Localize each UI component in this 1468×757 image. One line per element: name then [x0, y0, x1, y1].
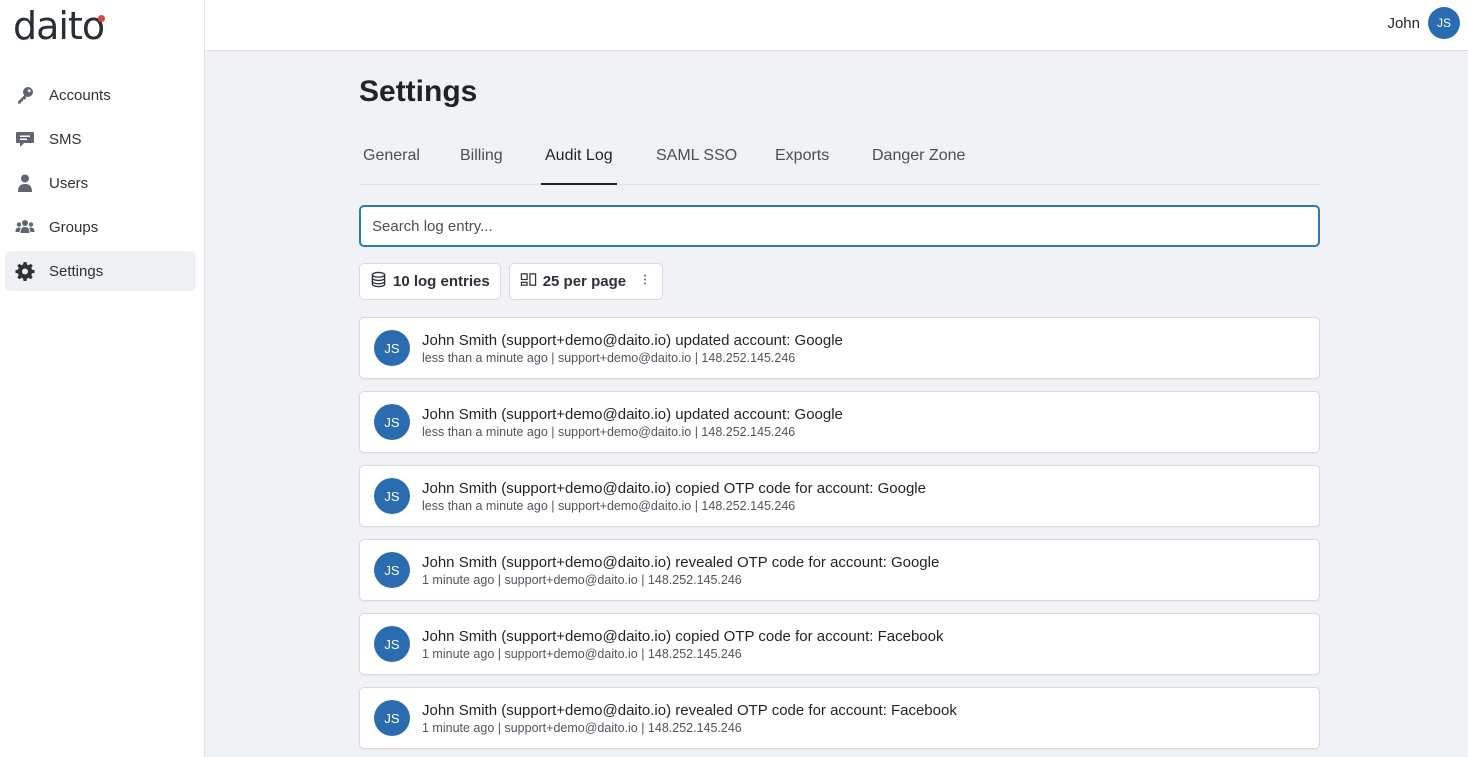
sidebar-item-sms[interactable]: SMS: [5, 119, 196, 159]
per-page-label: 25 per page: [542, 273, 627, 290]
log-entry-text: John Smith (support+demo@daito.io) updat…: [422, 332, 843, 349]
settings-tabs: General Billing Audit Log SAML SSO Expor…: [359, 134, 1320, 185]
tab-billing[interactable]: Billing: [456, 134, 507, 185]
log-entry-meta: less than a minute ago | support+demo@da…: [422, 351, 796, 365]
logo-o: o: [81, 4, 105, 48]
log-entry-meta: less than a minute ago | support+demo@da…: [422, 425, 796, 439]
avatar: JS: [374, 700, 410, 736]
sidebar-item-label: Groups: [49, 218, 99, 236]
top-bar: John JS: [205, 0, 1468, 51]
search-input[interactable]: [359, 205, 1320, 247]
log-entry-text: John Smith (support+demo@daito.io) revea…: [422, 702, 957, 719]
log-entry-text: John Smith (support+demo@daito.io) copie…: [422, 480, 926, 497]
sidebar-item-groups[interactable]: Groups: [5, 207, 196, 247]
avatar: JS: [374, 330, 410, 366]
user-menu[interactable]: John JS: [1387, 7, 1460, 39]
tab-exports[interactable]: Exports: [771, 134, 833, 185]
audit-log-list: JS John Smith (support+demo@daito.io) up…: [359, 317, 1320, 757]
log-entry-meta: 1 minute ago | support+demo@daito.io | 1…: [422, 573, 742, 587]
avatar: JS: [374, 552, 410, 588]
sidebar-item-accounts[interactable]: Accounts: [5, 75, 196, 115]
log-count-chip[interactable]: 10 log entries: [359, 263, 501, 300]
list-item[interactable]: JS John Smith (support+demo@daito.io) re…: [359, 687, 1320, 749]
log-count-label: 10 log entries: [393, 273, 490, 290]
users-icon: [15, 217, 35, 237]
tab-general[interactable]: General: [359, 134, 424, 185]
list-item[interactable]: JS John Smith (support+demo@daito.io) co…: [359, 465, 1320, 527]
logo-text: dait: [13, 4, 83, 48]
tab-audit-log[interactable]: Audit Log: [541, 134, 617, 185]
avatar: JS: [374, 478, 410, 514]
log-entry-meta: less than a minute ago | support+demo@da…: [422, 499, 796, 513]
sidebar-item-settings[interactable]: Settings: [5, 251, 196, 291]
user-name: John: [1387, 14, 1420, 32]
avatar[interactable]: JS: [1428, 7, 1460, 39]
avatar: JS: [374, 626, 410, 662]
tab-saml-sso[interactable]: SAML SSO: [652, 134, 741, 185]
avatar: JS: [374, 404, 410, 440]
page-size-icon: [520, 271, 537, 292]
log-entry-meta: 1 minute ago | support+demo@daito.io | 1…: [422, 647, 742, 661]
list-item[interactable]: JS John Smith (support+demo@daito.io) up…: [359, 391, 1320, 453]
log-entry-text: John Smith (support+demo@daito.io) copie…: [422, 628, 944, 645]
page-title: Settings: [359, 75, 478, 108]
key-icon: [15, 85, 35, 105]
sidebar-nav: Accounts SMS Users Groups Settings: [5, 75, 196, 295]
sidebar-item-users[interactable]: Users: [5, 163, 196, 203]
sidebar-item-label: Users: [49, 174, 89, 192]
more-vertical-icon[interactable]: [638, 271, 652, 292]
sidebar-item-label: Accounts: [49, 86, 111, 104]
log-entry-text: John Smith (support+demo@daito.io) revea…: [422, 554, 940, 571]
log-entry-meta: 1 minute ago | support+demo@daito.io | 1…: [422, 721, 742, 735]
list-item[interactable]: JS John Smith (support+demo@daito.io) re…: [359, 539, 1320, 601]
sidebar-item-label: Settings: [49, 262, 104, 280]
message-icon: [15, 129, 35, 149]
database-icon: [370, 271, 387, 292]
tab-danger-zone[interactable]: Danger Zone: [868, 134, 969, 185]
list-item[interactable]: JS John Smith (support+demo@daito.io) up…: [359, 317, 1320, 379]
list-item[interactable]: JS John Smith (support+demo@daito.io) co…: [359, 613, 1320, 675]
daito-logo[interactable]: dait o: [13, 4, 105, 48]
gear-icon: [15, 261, 35, 281]
sidebar: dait o Accounts SMS Users Groups Setting…: [0, 0, 205, 757]
per-page-chip[interactable]: 25 per page: [508, 263, 664, 300]
sidebar-item-label: SMS: [49, 130, 82, 148]
log-entry-text: John Smith (support+demo@daito.io) updat…: [422, 406, 843, 423]
log-toolbar: 10 log entries 25 per page: [359, 263, 664, 300]
user-icon: [15, 173, 35, 193]
